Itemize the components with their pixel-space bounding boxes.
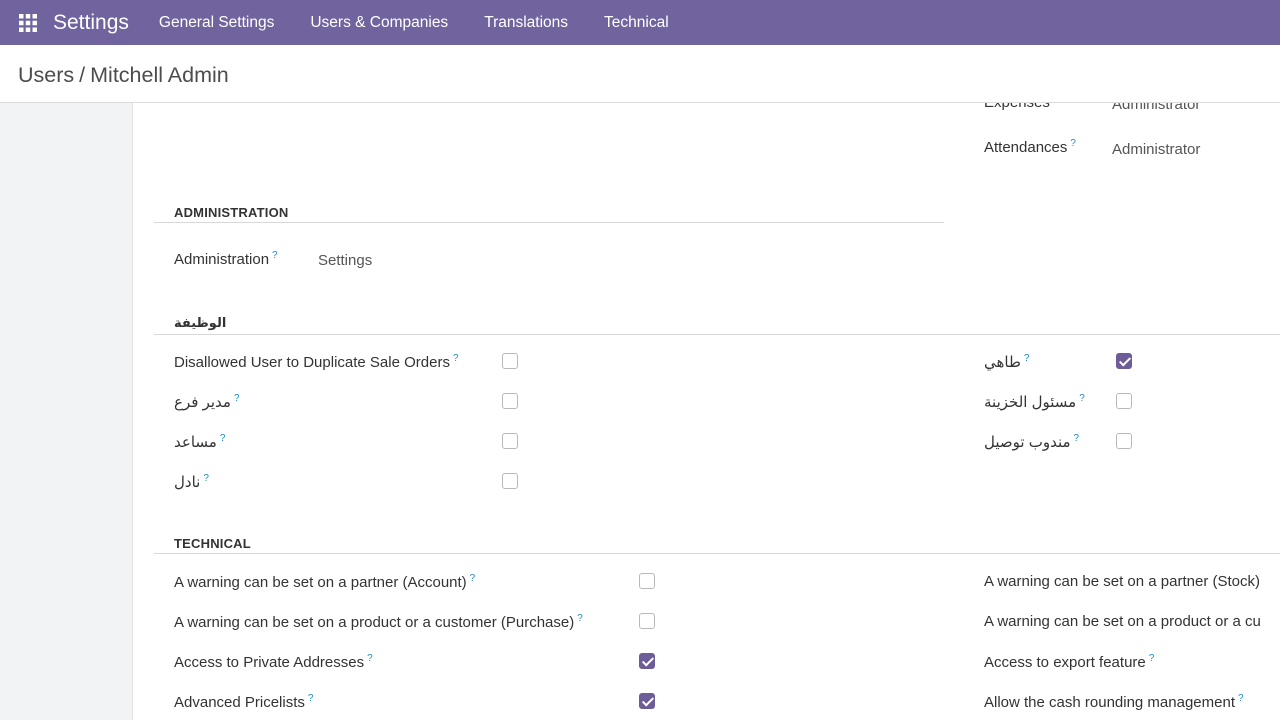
private-addresses-checkbox[interactable] (639, 653, 655, 669)
job-left-label-0: Disallowed User to Duplicate Sale Orders… (174, 353, 459, 371)
tech-left-label-0: A warning can be set on a partner (Accou… (174, 573, 476, 591)
disallow-duplicate-sale-checkbox[interactable] (502, 353, 518, 369)
help-icon[interactable]: ? (203, 473, 209, 484)
menu-translations[interactable]: Translations (484, 14, 568, 32)
tech-right-label-3: Allow the cash rounding management? (984, 693, 1244, 711)
help-icon[interactable]: ? (1070, 138, 1076, 149)
help-icon[interactable]: ? (1149, 653, 1155, 664)
breadcrumb-current: Mitchell Admin (90, 63, 229, 87)
treasury-officer-checkbox[interactable] (1116, 393, 1132, 409)
job-right-label-0: طاهي? (984, 353, 1030, 371)
branch-manager-checkbox[interactable] (502, 393, 518, 409)
job-right-label-1: مسئول الخزينة? (984, 393, 1085, 411)
tech-right-label-0: A warning can be set on a partner (Stock… (984, 573, 1260, 590)
job-separator (154, 334, 1280, 335)
partner-warning-account-checkbox[interactable] (639, 573, 655, 589)
app-title[interactable]: Settings (53, 11, 129, 35)
tech-right-label-1: A warning can be set on a product or a c… (984, 613, 1261, 630)
breadcrumb-separator: / (79, 63, 86, 87)
job-left-label-1: مدير فرع? (174, 393, 240, 411)
tech-right-label-2: Access to export feature? (984, 653, 1155, 671)
help-icon[interactable]: ? (220, 433, 226, 444)
help-icon[interactable]: ? (470, 573, 476, 584)
advanced-pricelists-checkbox[interactable] (639, 693, 655, 709)
job-left-label-2: مساعد? (174, 433, 226, 451)
attendances-label: Attendances? (984, 138, 1076, 156)
breadcrumb-users-link[interactable]: Users (18, 63, 74, 87)
technical-section-title: TECHNICAL (174, 536, 251, 551)
help-icon[interactable]: ? (308, 693, 314, 704)
top-navbar: Settings General Settings Users & Compan… (0, 0, 1280, 45)
menu-technical[interactable]: Technical (604, 14, 669, 32)
job-left-label-3: نادل? (174, 473, 209, 491)
job-right-label-2: مندوب توصيل? (984, 433, 1080, 451)
waiter-checkbox[interactable] (502, 473, 518, 489)
help-icon[interactable]: ? (1238, 693, 1244, 704)
form-left-gutter (0, 103, 133, 720)
tech-left-label-2: Access to Private Addresses? (174, 653, 373, 671)
help-icon[interactable]: ? (272, 250, 278, 261)
help-icon[interactable]: ? (367, 653, 373, 664)
tech-left-label-1: A warning can be set on a product or a c… (174, 613, 583, 631)
product-warning-purchase-checkbox[interactable] (639, 613, 655, 629)
help-icon[interactable]: ? (1079, 393, 1085, 404)
administration-section-title: ADMINISTRATION (174, 205, 289, 220)
delivery-agent-checkbox[interactable] (1116, 433, 1132, 449)
technical-separator (154, 553, 1280, 554)
administration-separator (154, 222, 944, 223)
help-icon[interactable]: ? (234, 393, 240, 404)
assistant-checkbox[interactable] (502, 433, 518, 449)
control-panel: Users / Mitchell Admin (0, 45, 1280, 103)
chef-checkbox[interactable] (1116, 353, 1132, 369)
breadcrumb: Users / Mitchell Admin (18, 63, 229, 88)
help-icon[interactable]: ? (1024, 353, 1030, 364)
form-sheet: Expenses Administrator Attendances? Admi… (134, 103, 1280, 720)
expenses-label: Expenses (984, 103, 1050, 111)
attendances-value[interactable]: Administrator (1112, 141, 1200, 158)
menu-general-settings[interactable]: General Settings (159, 14, 274, 32)
administration-value[interactable]: Settings (318, 252, 372, 269)
expenses-value[interactable]: Administrator (1112, 103, 1200, 113)
apps-grid-icon[interactable] (0, 0, 55, 45)
administration-label: Administration? (174, 250, 278, 268)
help-icon[interactable]: ? (1074, 433, 1080, 444)
menu-users-companies[interactable]: Users & Companies (310, 14, 448, 32)
help-icon[interactable]: ? (577, 613, 583, 624)
tech-left-label-3: Advanced Pricelists? (174, 693, 314, 711)
help-icon[interactable]: ? (453, 353, 459, 364)
job-section-title: الوظيفة (174, 315, 227, 330)
